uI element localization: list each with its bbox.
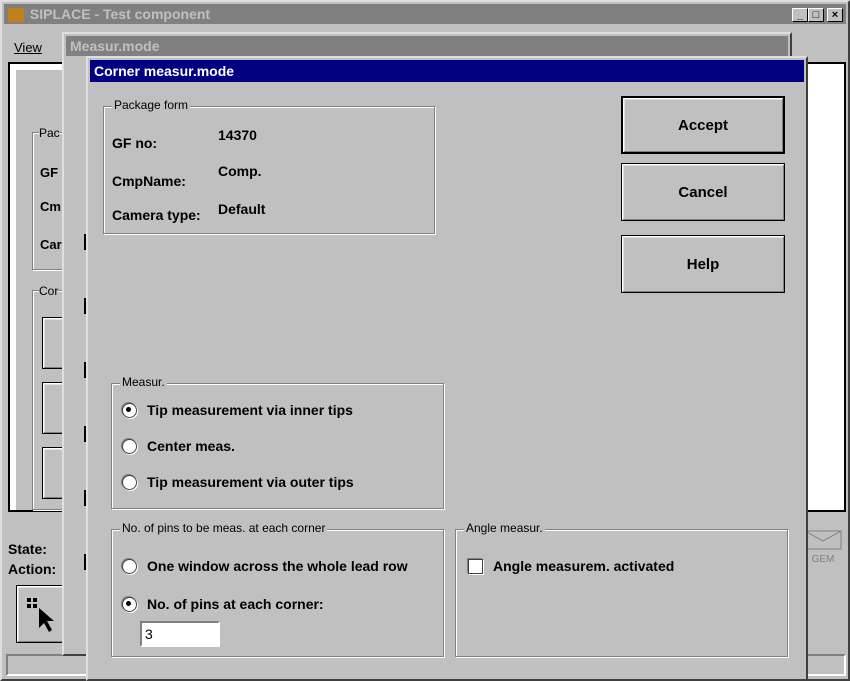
accept-button[interactable]: Accept [621,96,785,154]
camera-type-label: Camera type: [112,207,201,223]
pointer-icon [27,598,54,632]
radio-inner-tips[interactable]: Tip measurement via inner tips [122,402,353,418]
radio-outer-tips-indicator[interactable] [122,474,137,490]
cmp-name-label: CmpName: [112,173,186,189]
main-window-title: SIPLACE - Test component [29,6,211,22]
corner-dialog-title: Corner measur.mode [94,63,235,79]
measur-legend: Measur. [120,375,167,389]
menu-view[interactable]: View [14,40,42,55]
bg-label-gf: GF [40,165,59,180]
pins-legend: No. of pins to be meas. at each corner [120,521,328,535]
action-label: Action: [8,561,57,577]
pointer-tool-button[interactable] [16,585,66,643]
angle-checkbox-label: Angle measurem. activated [493,558,675,574]
main-title-bar[interactable]: SIPLACE - Test component [4,4,846,24]
radio-outer-tips[interactable]: Tip measurement via outer tips [122,474,354,490]
radio-pins-each-corner-indicator[interactable] [122,596,137,612]
measur-group: Measur. Tip measurement via inner tips C… [111,375,444,509]
bg-label-car: Car [40,237,62,252]
cancel-button[interactable]: Cancel [621,163,785,221]
measur-mode-title: Measur.mode [70,38,160,54]
gem-label: GEM [811,554,835,565]
angle-checkbox-box[interactable] [468,558,483,574]
gf-no-label: GF no: [112,135,158,151]
maximize-button[interactable]: □ [808,8,824,22]
camera-type-value: Default [218,201,266,217]
minimize-button[interactable]: _ [792,8,808,22]
measur-mode-title-bar[interactable]: Measur.mode [66,36,788,56]
app-icon [8,8,24,23]
radio-center-meas-label: Center meas. [147,438,235,454]
bg-label-cm: Cm [40,199,61,214]
close-button[interactable]: × [827,8,843,22]
radio-outer-tips-label: Tip measurement via outer tips [147,474,354,490]
pins-count-input[interactable]: 3 [140,621,220,647]
bg-label-cor: Cor [39,284,59,298]
radio-pins-each-corner-label: No. of pins at each corner: [147,596,324,612]
help-button[interactable]: Help [621,235,785,293]
radio-one-window-label: One window across the whole lead row [147,558,408,574]
package-form-legend: Package form [112,98,191,112]
radio-one-window[interactable]: One window across the whole lead row [122,558,408,574]
corner-dialog: Corner measur.mode Package form GF no: 1… [86,56,808,681]
radio-pins-each-corner[interactable]: No. of pins at each corner: [122,596,324,612]
bg-label-pac: Pac [39,126,60,140]
state-label: State: [8,541,47,557]
gem-icon: GEM [802,529,844,571]
angle-legend: Angle measur. [464,521,545,535]
radio-center-meas-indicator[interactable] [122,438,137,454]
cmp-name-value: Comp. [218,163,262,179]
pins-group: No. of pins to be meas. at each corner O… [111,521,444,657]
angle-checkbox[interactable]: Angle measurem. activated [468,558,674,574]
radio-inner-tips-indicator[interactable] [122,402,137,418]
angle-group: Angle measur. Angle measurem. activated [455,521,788,657]
radio-one-window-indicator[interactable] [122,558,137,574]
radio-center-meas[interactable]: Center meas. [122,438,235,454]
corner-dialog-title-bar[interactable]: Corner measur.mode [90,60,804,82]
gf-no-value: 14370 [218,127,257,143]
radio-inner-tips-label: Tip measurement via inner tips [147,402,353,418]
package-form-group: Package form GF no: 14370 CmpName: Comp.… [103,98,435,234]
